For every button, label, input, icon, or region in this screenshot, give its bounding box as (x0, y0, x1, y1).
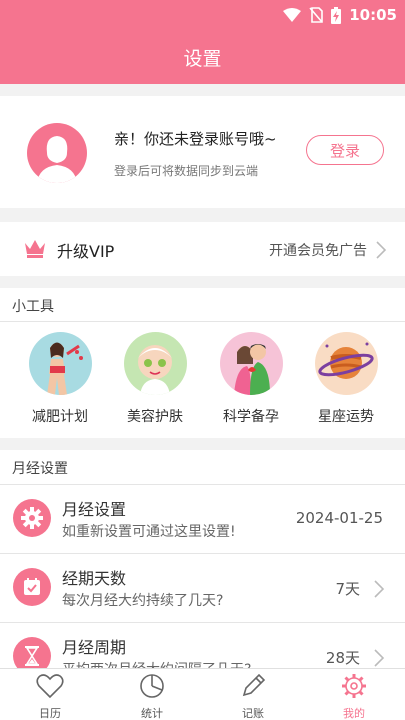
login-prompt: 亲！你还未登录账号哦~ (114, 130, 277, 148)
chevron-right-icon (374, 649, 385, 667)
battery-charging-icon (331, 6, 342, 24)
row-subtitle: 每次月经大约持续了几天? (62, 593, 224, 609)
chevron-right-icon (374, 580, 385, 598)
tools-section: 小工具 减肥计划 美容护肤 科学备孕 星座运势 (0, 288, 405, 438)
status-bar: 10:05 (0, 0, 405, 30)
tab-label: 日历 (39, 707, 61, 720)
pencil-icon (242, 673, 266, 697)
period-days-value: 7天 (335, 580, 360, 598)
no-sim-icon (309, 7, 324, 23)
tool-label: 科学备孕 (223, 409, 279, 425)
chevron-right-icon (376, 241, 387, 259)
app-header: 10:05 设置 (0, 0, 405, 84)
row-title: 月经周期 (62, 638, 127, 657)
tool-skincare[interactable]: 美容护肤 (115, 332, 195, 426)
last-period-date: 2024-01-25 (295, 509, 383, 527)
wifi-icon (283, 8, 302, 22)
tool-diet-plan[interactable]: 减肥计划 (20, 332, 100, 426)
tool-label: 减肥计划 (32, 409, 88, 425)
diet-plan-icon (28, 332, 92, 395)
gear-icon (342, 674, 366, 698)
row-title: 经期天数 (62, 569, 127, 588)
row-title: 月经设置 (62, 500, 127, 519)
gear-icon (13, 499, 51, 537)
crown-icon (25, 240, 45, 258)
avatar[interactable] (27, 123, 87, 183)
cycle-length-row[interactable]: 月经周期 平均两次月经大约间隔了几天? 28天 (0, 623, 405, 668)
bottom-tab-bar: 日历 统计 记账 我的 (0, 668, 405, 720)
vip-title: 升级VIP (57, 242, 115, 261)
tool-label: 美容护肤 (127, 409, 183, 425)
menstrual-settings-section: 月经设置 月经设置 如重新设置可通过这里设置! 2024-01-25 经期天数 … (0, 450, 405, 668)
divider (0, 321, 405, 322)
pregnancy-prep-icon (219, 332, 283, 395)
login-card: 亲！你还未登录账号哦~ 登录后可将数据同步到云端 登录 (0, 96, 405, 208)
skincare-icon (123, 332, 187, 395)
tab-label: 我的 (343, 707, 365, 720)
tab-calendar[interactable]: 日历 (20, 673, 80, 720)
tab-statistics[interactable]: 统计 (122, 673, 182, 720)
page-title: 设置 (183, 48, 222, 70)
tab-bookkeeping[interactable]: 记账 (223, 673, 283, 720)
tab-label: 记账 (242, 707, 264, 720)
period-days-row[interactable]: 经期天数 每次月经大约持续了几天? 7天 (0, 554, 405, 622)
tab-mine[interactable]: 我的 (324, 673, 384, 720)
pie-chart-icon (140, 674, 164, 698)
heart-icon (36, 674, 64, 699)
tool-horoscope[interactable]: 星座运势 (306, 332, 386, 426)
status-time: 10:05 (349, 6, 397, 24)
horoscope-icon (314, 332, 378, 395)
vip-row[interactable]: 升级VIP 开通会员免广告 (0, 222, 405, 276)
menstrual-settings-row[interactable]: 月经设置 如重新设置可通过这里设置! 2024-01-25 (0, 485, 405, 553)
tab-label: 统计 (141, 707, 163, 720)
row-subtitle: 如重新设置可通过这里设置! (62, 524, 236, 540)
cycle-length-value: 28天 (325, 649, 360, 667)
user-silhouette-icon (37, 136, 77, 183)
menstrual-section-title: 月经设置 (12, 461, 68, 477)
tool-pregnancy-prep[interactable]: 科学备孕 (211, 332, 291, 426)
login-hint: 登录后可将数据同步到云端 (114, 164, 259, 178)
tools-section-title: 小工具 (12, 299, 54, 315)
login-button[interactable]: 登录 (306, 135, 384, 165)
hourglass-icon (13, 637, 51, 668)
row-subtitle: 平均两次月经大约间隔了几天? (62, 659, 251, 668)
calendar-icon (13, 568, 51, 606)
vip-description: 开通会员免广告 (269, 243, 367, 259)
tool-label: 星座运势 (318, 409, 374, 425)
